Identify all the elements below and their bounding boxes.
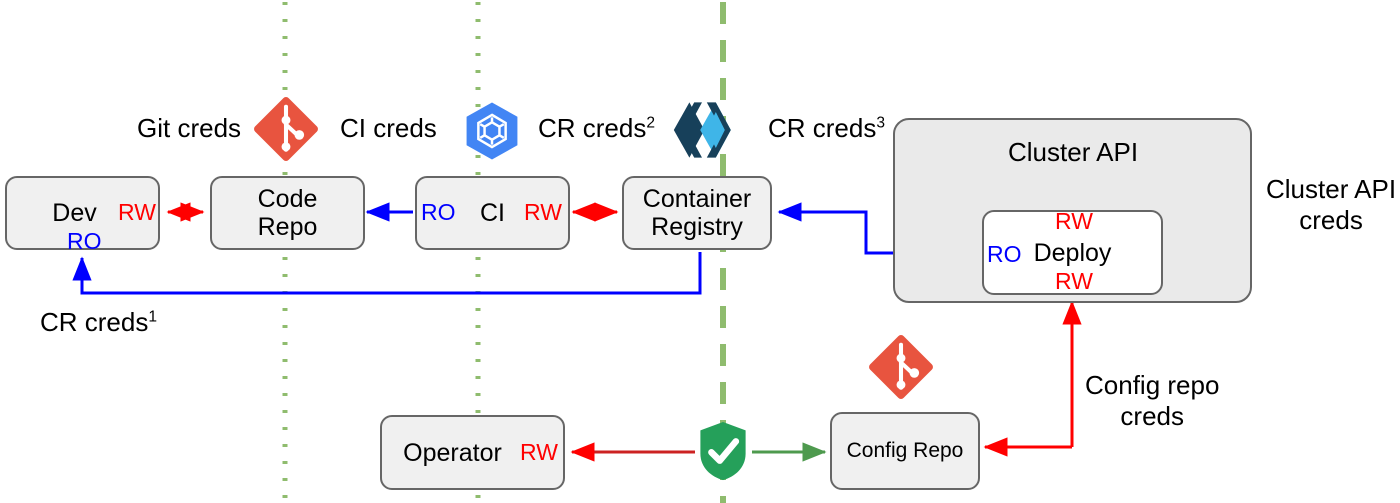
- node-deploy-label: Deploy: [1033, 238, 1112, 267]
- arrow-registry-dev: [72, 252, 702, 295]
- diagram-canvas: Cluster API Dev RW RO Code Repo CI RO RW…: [0, 0, 1400, 503]
- deploy-rw-bottom-badge: RW: [1055, 268, 1093, 294]
- node-ci-label: CI: [480, 199, 505, 227]
- ci-creds-label: CI creds: [340, 113, 437, 143]
- git-icon: [864, 330, 938, 404]
- cluster-api-label: Cluster API: [1008, 137, 1139, 167]
- git-icon: [249, 92, 323, 166]
- quay-registry-icon: [669, 98, 735, 162]
- node-dev-label: Dev: [52, 199, 97, 227]
- container-registry-icon: [461, 100, 523, 162]
- cr-creds-1-text: CR creds: [40, 307, 149, 337]
- cr-creds-1-label: CR creds1: [40, 307, 157, 338]
- node-config-repo[interactable]: Config Repo: [830, 412, 980, 490]
- deploy-ro-badge: RO: [987, 241, 1022, 267]
- git-creds-label: Git creds: [137, 113, 242, 143]
- cr-creds-3-text: CR creds: [768, 113, 877, 143]
- operator-rw-badge: RW: [520, 439, 558, 465]
- node-config-repo-label: Config Repo: [846, 439, 964, 463]
- ci-ro-badge: RO: [421, 199, 456, 225]
- dev-rw-badge: RW: [118, 199, 156, 225]
- cr-creds-2-text: CR creds: [538, 113, 647, 143]
- node-container-registry-label: Container Registry: [642, 185, 752, 241]
- node-code-repo[interactable]: Code Repo: [210, 176, 365, 250]
- cr-creds-3-label: CR creds3: [768, 113, 885, 144]
- cr-creds-1-sup: 1: [148, 308, 158, 326]
- cr-creds-2-label: CR creds2: [538, 113, 655, 144]
- dev-ro-badge: RO: [67, 228, 102, 254]
- node-container-registry[interactable]: Container Registry: [622, 176, 772, 250]
- shield-check-icon: [697, 420, 749, 482]
- cr-creds-2-sup: 2: [646, 114, 656, 132]
- node-code-repo-label: Code Repo: [257, 185, 318, 241]
- node-operator-label: Operator: [403, 438, 502, 467]
- deploy-rw-top-badge: RW: [1055, 208, 1093, 234]
- cr-creds-3-sup: 3: [876, 114, 886, 132]
- config-repo-creds-label: Config repo creds: [1085, 370, 1220, 432]
- cluster-api-creds-label: Cluster API creds: [1266, 174, 1397, 236]
- ci-rw-badge: RW: [524, 199, 562, 225]
